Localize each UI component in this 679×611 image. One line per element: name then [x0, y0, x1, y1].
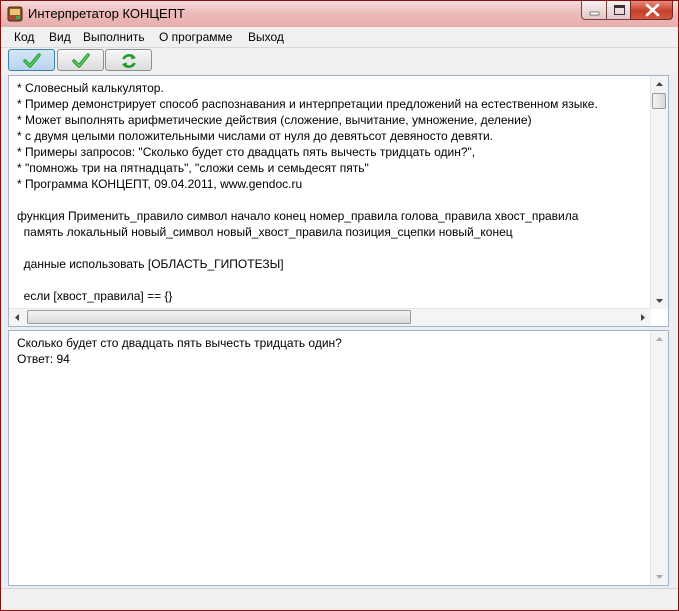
- output-vertical-scrollbar[interactable]: [650, 331, 668, 585]
- minimize-button[interactable]: [581, 1, 607, 20]
- scroll-up-icon[interactable]: [651, 331, 668, 348]
- code-text: * Словесный калькулятор. * Пример демонс…: [17, 80, 644, 304]
- code-vertical-scrollbar[interactable]: [650, 76, 668, 309]
- code-line: * Пример демонстрирует способ распознава…: [17, 97, 598, 111]
- code-line: * Словесный калькулятор.: [17, 81, 164, 95]
- code-line: функция Применить_правило символ начало …: [17, 209, 579, 223]
- scroll-down-icon[interactable]: [651, 568, 668, 585]
- maximize-button[interactable]: [606, 1, 631, 20]
- code-horizontal-scroll-thumb[interactable]: [27, 310, 411, 324]
- scroll-right-icon[interactable]: [634, 309, 651, 326]
- menu-about[interactable]: О программе: [159, 30, 232, 44]
- scroll-up-icon[interactable]: [651, 76, 668, 93]
- code-line: память локальный новый_символ новый_хвос…: [17, 225, 513, 239]
- code-line: если [хвост_правила] == {}: [17, 289, 173, 303]
- code-line: * Программа КОНЦЕПТ, 09.04.2011, www.gen…: [17, 177, 303, 191]
- output-panel[interactable]: Сколько будет сто двадцать пять вычесть …: [8, 330, 669, 586]
- code-line: данные использовать [ОБЛАСТЬ_ГИПОТЕЗЫ]: [17, 257, 284, 271]
- menu-bar: Код Вид Выполнить О программе Выход: [1, 27, 678, 48]
- close-button[interactable]: [630, 1, 673, 20]
- code-line: * Примеры запросов: "Сколько будет сто д…: [17, 145, 476, 159]
- status-bar: [1, 588, 678, 610]
- checkmark-icon: [72, 53, 90, 68]
- code-line: * с двумя целыми положительными числами …: [17, 129, 494, 143]
- scroll-down-icon[interactable]: [651, 292, 668, 309]
- output-line: Сколько будет сто двадцать пять вычесть …: [17, 336, 342, 350]
- menu-run[interactable]: Выполнить: [83, 30, 145, 44]
- check-button[interactable]: [57, 49, 104, 71]
- code-horizontal-scrollbar[interactable]: [9, 308, 651, 326]
- output-text: Сколько будет сто двадцать пять вычесть …: [17, 335, 637, 367]
- code-line: * Может выполнять арифметические действи…: [17, 113, 532, 127]
- code-line: * "помножь три на пятнадцать", "сложи се…: [17, 161, 369, 175]
- app-window: Интерпретатор КОНЦЕПТ Код Вид Выполнить …: [0, 0, 679, 611]
- title-bar[interactable]: Интерпретатор КОНЦЕПТ: [1, 1, 678, 27]
- output-line: Ответ: 94: [17, 352, 70, 366]
- minimize-icon: [589, 11, 600, 16]
- checkmark-icon: [23, 53, 41, 68]
- refresh-button[interactable]: [105, 49, 152, 71]
- window-title: Интерпретатор КОНЦЕПТ: [28, 6, 185, 21]
- toolbar: [1, 48, 678, 74]
- close-icon: [645, 3, 660, 17]
- menu-code[interactable]: Код: [14, 30, 34, 44]
- app-icon[interactable]: [7, 6, 23, 22]
- maximize-icon: [614, 5, 625, 15]
- run-button[interactable]: [8, 49, 55, 71]
- code-editor[interactable]: * Словесный калькулятор. * Пример демонс…: [8, 75, 669, 327]
- menu-exit[interactable]: Выход: [248, 30, 284, 44]
- refresh-icon: [122, 54, 136, 68]
- menu-view[interactable]: Вид: [49, 30, 71, 44]
- scroll-left-icon[interactable]: [9, 309, 26, 326]
- code-vertical-scroll-thumb[interactable]: [652, 93, 666, 109]
